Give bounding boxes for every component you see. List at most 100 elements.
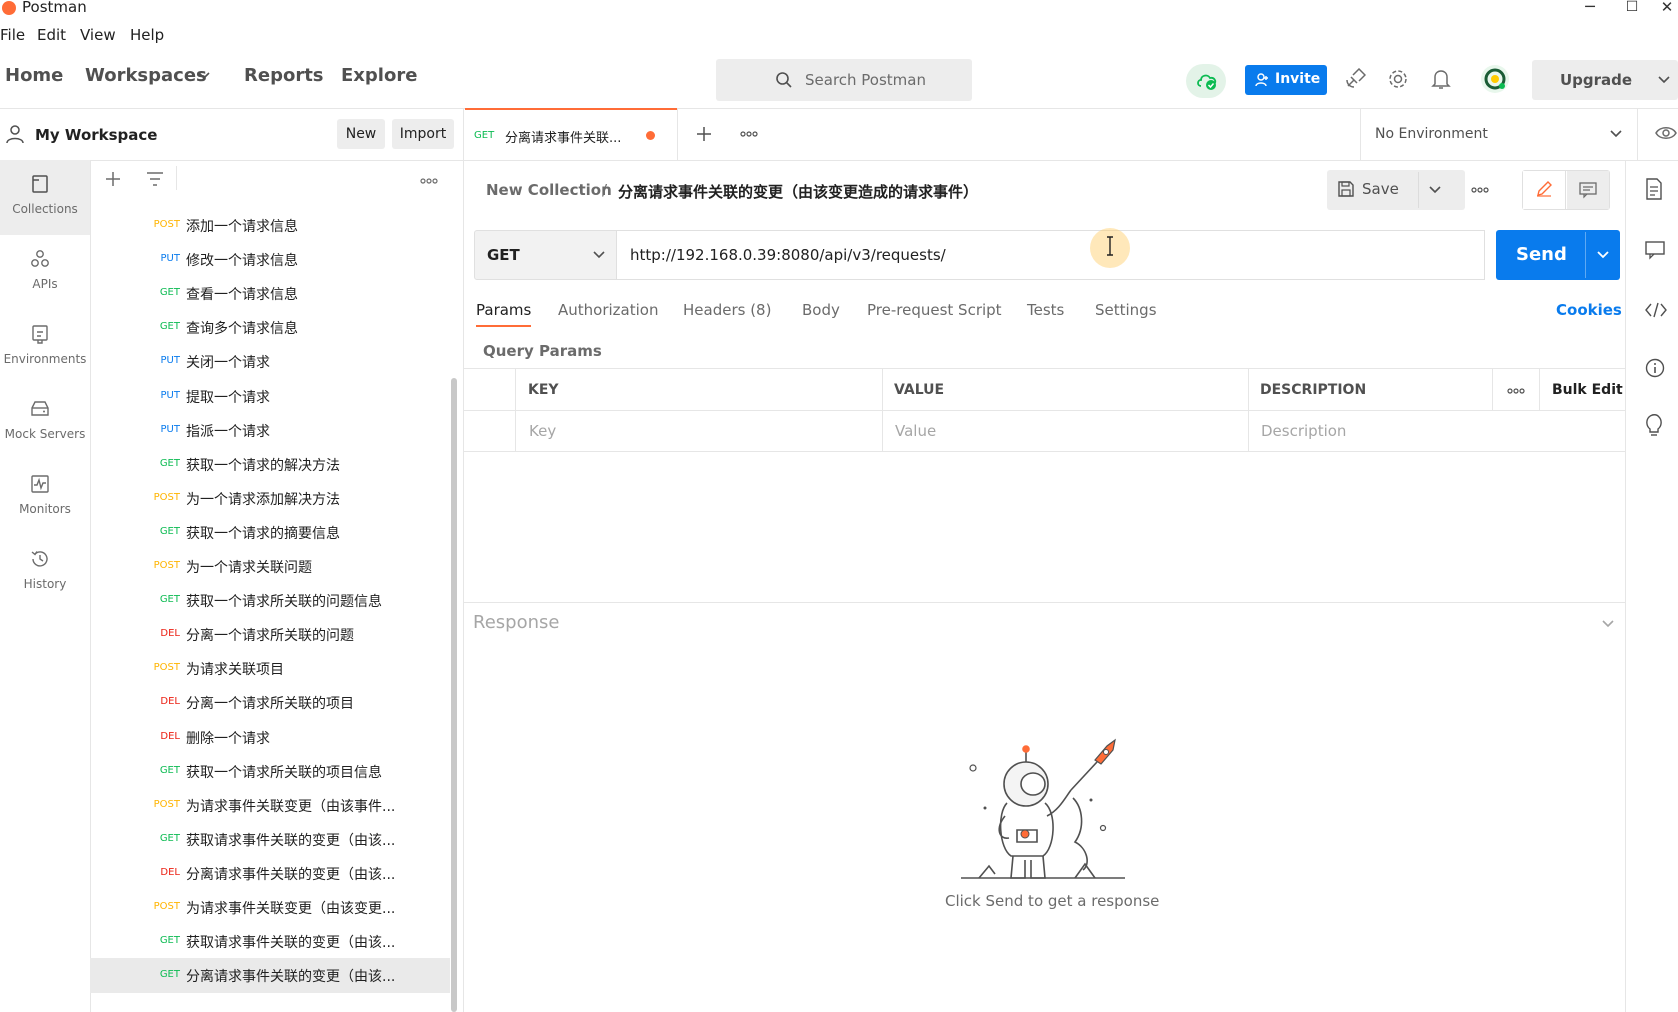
tab-tests[interactable]: Tests [1027,301,1064,319]
workspace-name[interactable]: My Workspace [35,126,157,144]
request-item[interactable]: POST 为请求关联项目 [90,651,450,686]
request-item[interactable]: GET 查看一个请求信息 [90,276,450,311]
rail-item-environments[interactable]: Environments [0,352,90,366]
request-item[interactable]: DEL 删除一个请求 [90,720,450,755]
satellite-icon[interactable] [1344,68,1366,90]
new-tab-icon[interactable] [695,125,713,143]
request-item[interactable]: DEL 分离请求事件关联的变更（由该... [90,856,450,891]
maximize-button[interactable]: ☐ [1617,0,1647,18]
close-button[interactable]: ✕ [1652,0,1678,18]
request-item[interactable]: GET 获取一个请求所关联的问题信息 [90,583,450,618]
request-item[interactable]: GET 获取一个请求的解决方法 [90,447,450,482]
comments-icon[interactable] [1645,240,1665,260]
menu-view[interactable]: View [80,26,116,44]
tab-pre-request-script[interactable]: Pre-request Script [867,301,1002,319]
tab-settings[interactable]: Settings [1095,301,1157,319]
bulk-edit-button[interactable]: Bulk Edit [1552,382,1623,398]
request-item[interactable]: GET 获取一个请求的摘要信息 [90,515,450,550]
code-icon[interactable] [1645,302,1667,318]
save-options-chevron-icon[interactable] [1429,186,1441,194]
tab-authorization[interactable]: Authorization [558,301,658,319]
param-key-input[interactable]: Key [529,422,556,440]
nav-home[interactable]: Home [5,65,63,86]
tab-body[interactable]: Body [802,301,840,319]
add-collection-icon[interactable] [104,170,122,188]
request-more-icon[interactable] [1471,187,1489,193]
request-item[interactable]: PUT 修改一个请求信息 [90,242,450,277]
rail-item-monitors[interactable]: Monitors [0,502,90,516]
breadcrumb-collection[interactable]: New Collection [486,181,612,199]
request-item[interactable]: POST 添加一个请求信息 [90,208,450,243]
menu-edit[interactable]: Edit [37,26,66,44]
settings-gear-icon[interactable] [1387,68,1409,90]
request-item[interactable]: GET 获取请求事件关联的变更（由该... [90,924,450,959]
documentation-icon[interactable] [1645,178,1663,200]
send-options-chevron-icon[interactable] [1597,251,1609,259]
url-text: http://192.168.0.39:8080/api/v3/requests… [630,246,946,264]
column-header-description: DESCRIPTION [1260,382,1367,398]
param-description-input[interactable]: Description [1261,422,1346,440]
request-item[interactable]: PUT 指派一个请求 [90,413,450,448]
request-item[interactable]: GET 获取请求事件关联的变更（由该... [90,822,450,857]
environment-eye-icon[interactable] [1655,126,1677,140]
param-value-input[interactable]: Value [895,422,936,440]
request-name: 为一个请求添加解决方法 [186,491,340,508]
rail-active-highlight [0,160,90,235]
request-item[interactable]: GET 获取一个请求所关联的项目信息 [90,754,450,789]
sidebar-scrollbar[interactable] [451,378,457,1012]
import-button[interactable]: Import [392,119,454,149]
request-item[interactable]: GET 查询多个请求信息 [90,310,450,345]
rail-item-history[interactable]: History [0,577,90,591]
chevron-down-icon[interactable] [593,251,605,259]
request-name: 修改一个请求信息 [186,253,298,270]
more-options-icon[interactable] [420,178,438,184]
request-item[interactable]: PUT 提取一个请求 [90,379,450,414]
minimize-button[interactable]: ─ [1575,0,1605,18]
postman-logo [2,1,16,15]
invite-button[interactable]: Invite [1245,65,1327,95]
lightbulb-icon[interactable] [1645,414,1663,436]
menu-file[interactable]: File [0,26,25,44]
breadcrumb-request[interactable]: 分离请求事件关联的变更（由该变更造成的请求事件） [618,181,978,202]
chevron-down-icon[interactable] [1602,620,1614,628]
environment-select[interactable]: No Environment [1375,126,1488,142]
request-item[interactable]: POST 为请求事件关联变更（由该事件... [90,788,450,823]
documentation-mode-button[interactable] [1567,171,1609,209]
rail-item-mock-servers[interactable]: Mock Servers [0,427,90,441]
request-item[interactable]: POST 为一个请求添加解决方法 [90,481,450,516]
new-button[interactable]: New [337,119,385,149]
request-item[interactable]: PUT 关闭一个请求 [90,344,450,379]
chevron-down-icon[interactable] [1658,76,1670,84]
nav-reports[interactable]: Reports [244,65,324,86]
request-name: 分离请求事件关联的变更（由该... [186,866,396,883]
nav-explore[interactable]: Explore [341,65,417,86]
notifications-bell-icon[interactable] [1431,68,1451,90]
tab-more-icon[interactable] [740,131,758,137]
chevron-down-icon[interactable] [1610,130,1622,138]
rail-item-collections[interactable]: Collections [0,202,90,216]
column-options-icon[interactable] [1507,388,1525,394]
request-item[interactable]: POST 为请求事件关联变更（由该变更... [90,890,450,925]
info-icon[interactable] [1645,358,1665,378]
tab-headers[interactable]: Headers (8) [683,301,771,319]
request-item[interactable]: POST 为一个请求关联问题 [90,549,450,584]
filter-icon[interactable] [146,171,164,187]
table-bottom-border [463,451,1625,452]
avatar[interactable] [1480,64,1510,94]
method-label: GET [487,246,520,264]
tab-params[interactable]: Params [476,301,531,319]
cloud-sync-icon [1195,70,1219,92]
window-title: Postman [22,0,87,16]
cookies-link[interactable]: Cookies [1556,301,1622,319]
chevron-down-icon[interactable] [198,72,210,80]
request-item[interactable]: DEL 分离一个请求所关联的项目 [90,685,450,720]
mock-servers-icon [30,399,50,419]
request-name: 添加一个请求信息 [186,219,298,235]
request-name: 提取一个请求 [186,389,270,406]
rail-item-apis[interactable]: APIs [0,277,90,291]
nav-workspaces[interactable]: Workspaces [85,65,207,86]
edit-mode-button[interactable] [1523,171,1566,209]
menu-help[interactable]: Help [130,26,164,44]
request-item[interactable]: GET 分离请求事件关联的变更（由该... [90,958,450,994]
request-item[interactable]: DEL 分离一个请求所关联的问题 [90,617,450,652]
